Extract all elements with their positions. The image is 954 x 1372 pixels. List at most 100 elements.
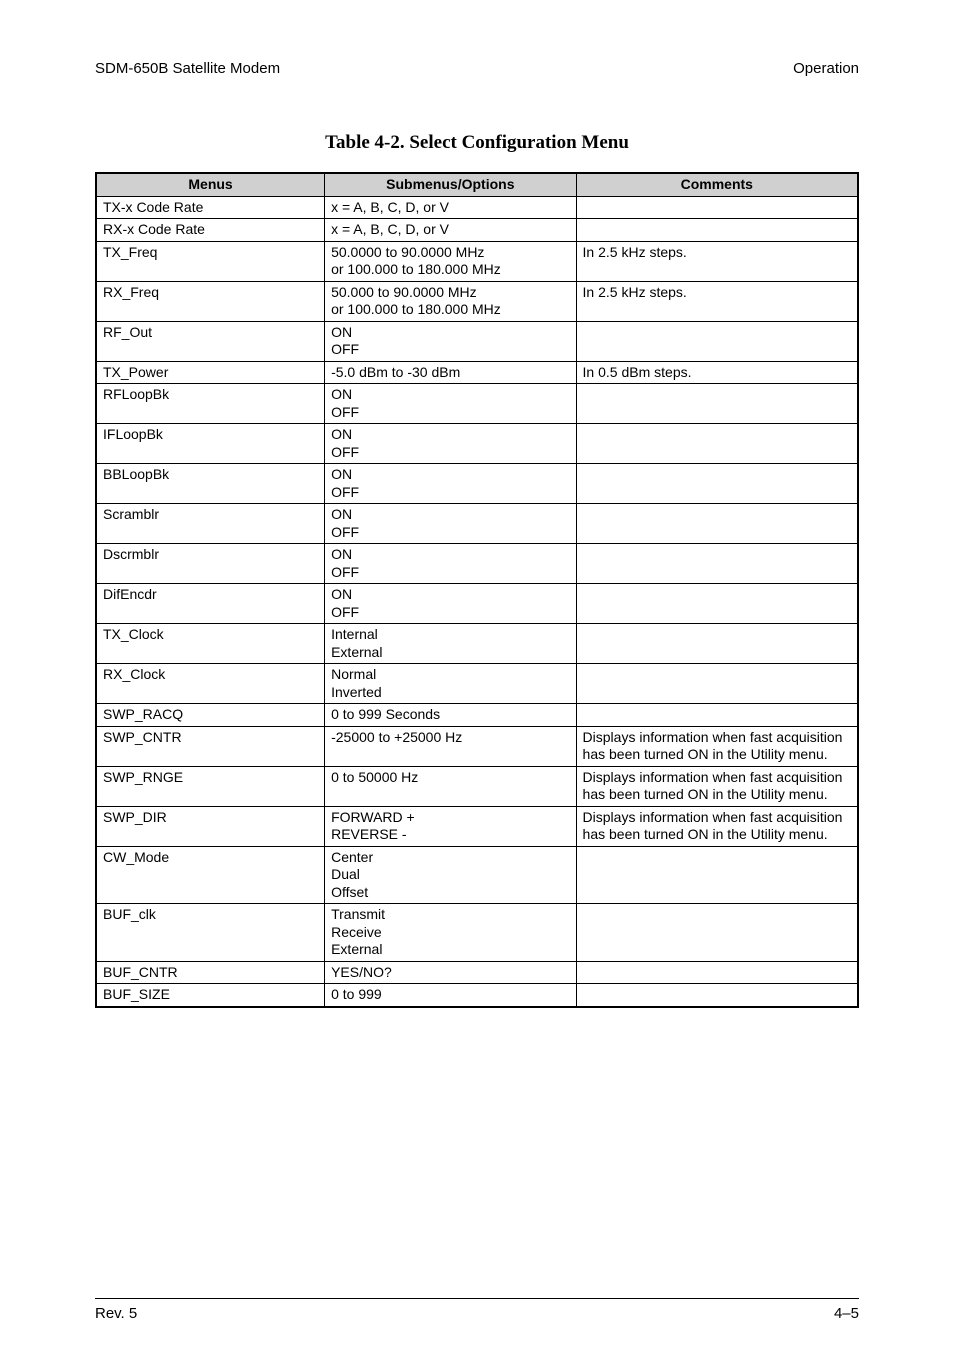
table-row: BBLoopBkON OFF — [96, 464, 858, 504]
footer-rule — [95, 1298, 859, 1299]
config-table: Menus Submenus/Options Comments TX-x Cod… — [95, 172, 859, 1008]
cell-comment — [576, 904, 858, 962]
cell-menu: RX_Clock — [96, 664, 325, 704]
cell-submenu: ON OFF — [325, 544, 576, 584]
cell-menu: BUF_CNTR — [96, 961, 325, 984]
cell-comment — [576, 464, 858, 504]
cell-comment: In 0.5 dBm steps. — [576, 361, 858, 384]
table-row: TX_Power-5.0 dBm to -30 dBmIn 0.5 dBm st… — [96, 361, 858, 384]
table-row: BUF_clkTransmit Receive External — [96, 904, 858, 962]
cell-menu: SWP_RACQ — [96, 704, 325, 727]
table-row: RX_Freq50.000 to 90.0000 MHz or 100.000 … — [96, 281, 858, 321]
cell-menu: DifEncdr — [96, 584, 325, 624]
table-row: TX-x Code Ratex = A, B, C, D, or V — [96, 196, 858, 219]
cell-menu: CW_Mode — [96, 846, 325, 904]
cell-comment: Displays information when fast acquisiti… — [576, 766, 858, 806]
cell-menu: SWP_CNTR — [96, 726, 325, 766]
cell-menu: RX_Freq — [96, 281, 325, 321]
cell-comment — [576, 984, 858, 1007]
cell-menu: Scramblr — [96, 504, 325, 544]
cell-submenu: FORWARD + REVERSE - — [325, 806, 576, 846]
cell-menu: RX-x Code Rate — [96, 219, 325, 242]
table-row: SWP_RACQ0 to 999 Seconds — [96, 704, 858, 727]
cell-comment — [576, 584, 858, 624]
cell-submenu: ON OFF — [325, 584, 576, 624]
table-row: CW_ModeCenter Dual Offset — [96, 846, 858, 904]
footer-right: 4–5 — [834, 1305, 859, 1322]
cell-comment — [576, 504, 858, 544]
col-submenus: Submenus/Options — [325, 173, 576, 196]
cell-comment: In 2.5 kHz steps. — [576, 281, 858, 321]
cell-submenu: x = A, B, C, D, or V — [325, 219, 576, 242]
table-row: TX_ClockInternal External — [96, 624, 858, 664]
cell-comment — [576, 424, 858, 464]
cell-menu: IFLoopBk — [96, 424, 325, 464]
cell-comment: In 2.5 kHz steps. — [576, 241, 858, 281]
cell-submenu: x = A, B, C, D, or V — [325, 196, 576, 219]
cell-menu: Dscrmblr — [96, 544, 325, 584]
cell-menu: TX-x Code Rate — [96, 196, 325, 219]
cell-comment — [576, 961, 858, 984]
cell-submenu: ON OFF — [325, 504, 576, 544]
cell-submenu: ON OFF — [325, 424, 576, 464]
cell-menu: RFLoopBk — [96, 384, 325, 424]
cell-menu: RF_Out — [96, 321, 325, 361]
table-row: RFLoopBkON OFF — [96, 384, 858, 424]
cell-submenu: -25000 to +25000 Hz — [325, 726, 576, 766]
cell-menu: BBLoopBk — [96, 464, 325, 504]
table-row: BUF_SIZE0 to 999 — [96, 984, 858, 1007]
cell-menu: TX_Freq — [96, 241, 325, 281]
cell-comment — [576, 704, 858, 727]
table-row: SWP_CNTR-25000 to +25000 HzDisplays info… — [96, 726, 858, 766]
table-row: SWP_DIRFORWARD + REVERSE -Displays infor… — [96, 806, 858, 846]
table-row: RX-x Code Ratex = A, B, C, D, or V — [96, 219, 858, 242]
page-header: SDM-650B Satellite Modem Operation — [95, 60, 859, 77]
cell-comment — [576, 664, 858, 704]
cell-menu: BUF_clk — [96, 904, 325, 962]
table-row: RF_OutON OFF — [96, 321, 858, 361]
cell-menu: TX_Power — [96, 361, 325, 384]
cell-comment: Displays information when fast acquisiti… — [576, 806, 858, 846]
cell-submenu: 0 to 999 Seconds — [325, 704, 576, 727]
cell-comment — [576, 624, 858, 664]
table-row: DscrmblrON OFF — [96, 544, 858, 584]
cell-submenu: YES/NO? — [325, 961, 576, 984]
cell-comment — [576, 196, 858, 219]
cell-submenu: 0 to 50000 Hz — [325, 766, 576, 806]
cell-comment — [576, 219, 858, 242]
table-title: Table 4-2. Select Configuration Menu — [95, 132, 859, 154]
table-row: SWP_RNGE0 to 50000 HzDisplays informatio… — [96, 766, 858, 806]
cell-comment — [576, 321, 858, 361]
page-footer: Rev. 5 4–5 — [95, 1305, 859, 1322]
cell-comment — [576, 544, 858, 584]
cell-submenu: -5.0 dBm to -30 dBm — [325, 361, 576, 384]
cell-menu: TX_Clock — [96, 624, 325, 664]
col-menus: Menus — [96, 173, 325, 196]
header-left: SDM-650B Satellite Modem — [95, 60, 280, 77]
cell-comment — [576, 384, 858, 424]
cell-submenu: Normal Inverted — [325, 664, 576, 704]
cell-submenu: ON OFF — [325, 464, 576, 504]
table-row: BUF_CNTRYES/NO? — [96, 961, 858, 984]
cell-menu: SWP_DIR — [96, 806, 325, 846]
cell-submenu: 0 to 999 — [325, 984, 576, 1007]
cell-comment — [576, 846, 858, 904]
cell-submenu: Center Dual Offset — [325, 846, 576, 904]
footer-left: Rev. 5 — [95, 1305, 137, 1322]
cell-submenu: ON OFF — [325, 384, 576, 424]
cell-submenu: 50.000 to 90.0000 MHz or 100.000 to 180.… — [325, 281, 576, 321]
table-row: RX_ClockNormal Inverted — [96, 664, 858, 704]
cell-comment: Displays information when fast acquisiti… — [576, 726, 858, 766]
table-row: ScramblrON OFF — [96, 504, 858, 544]
table-header-row: Menus Submenus/Options Comments — [96, 173, 858, 196]
cell-submenu: Internal External — [325, 624, 576, 664]
table-row: IFLoopBkON OFF — [96, 424, 858, 464]
col-comments: Comments — [576, 173, 858, 196]
cell-submenu: Transmit Receive External — [325, 904, 576, 962]
table-row: TX_Freq50.0000 to 90.0000 MHz or 100.000… — [96, 241, 858, 281]
cell-menu: SWP_RNGE — [96, 766, 325, 806]
header-right: Operation — [793, 60, 859, 77]
cell-submenu: 50.0000 to 90.0000 MHz or 100.000 to 180… — [325, 241, 576, 281]
cell-menu: BUF_SIZE — [96, 984, 325, 1007]
cell-submenu: ON OFF — [325, 321, 576, 361]
